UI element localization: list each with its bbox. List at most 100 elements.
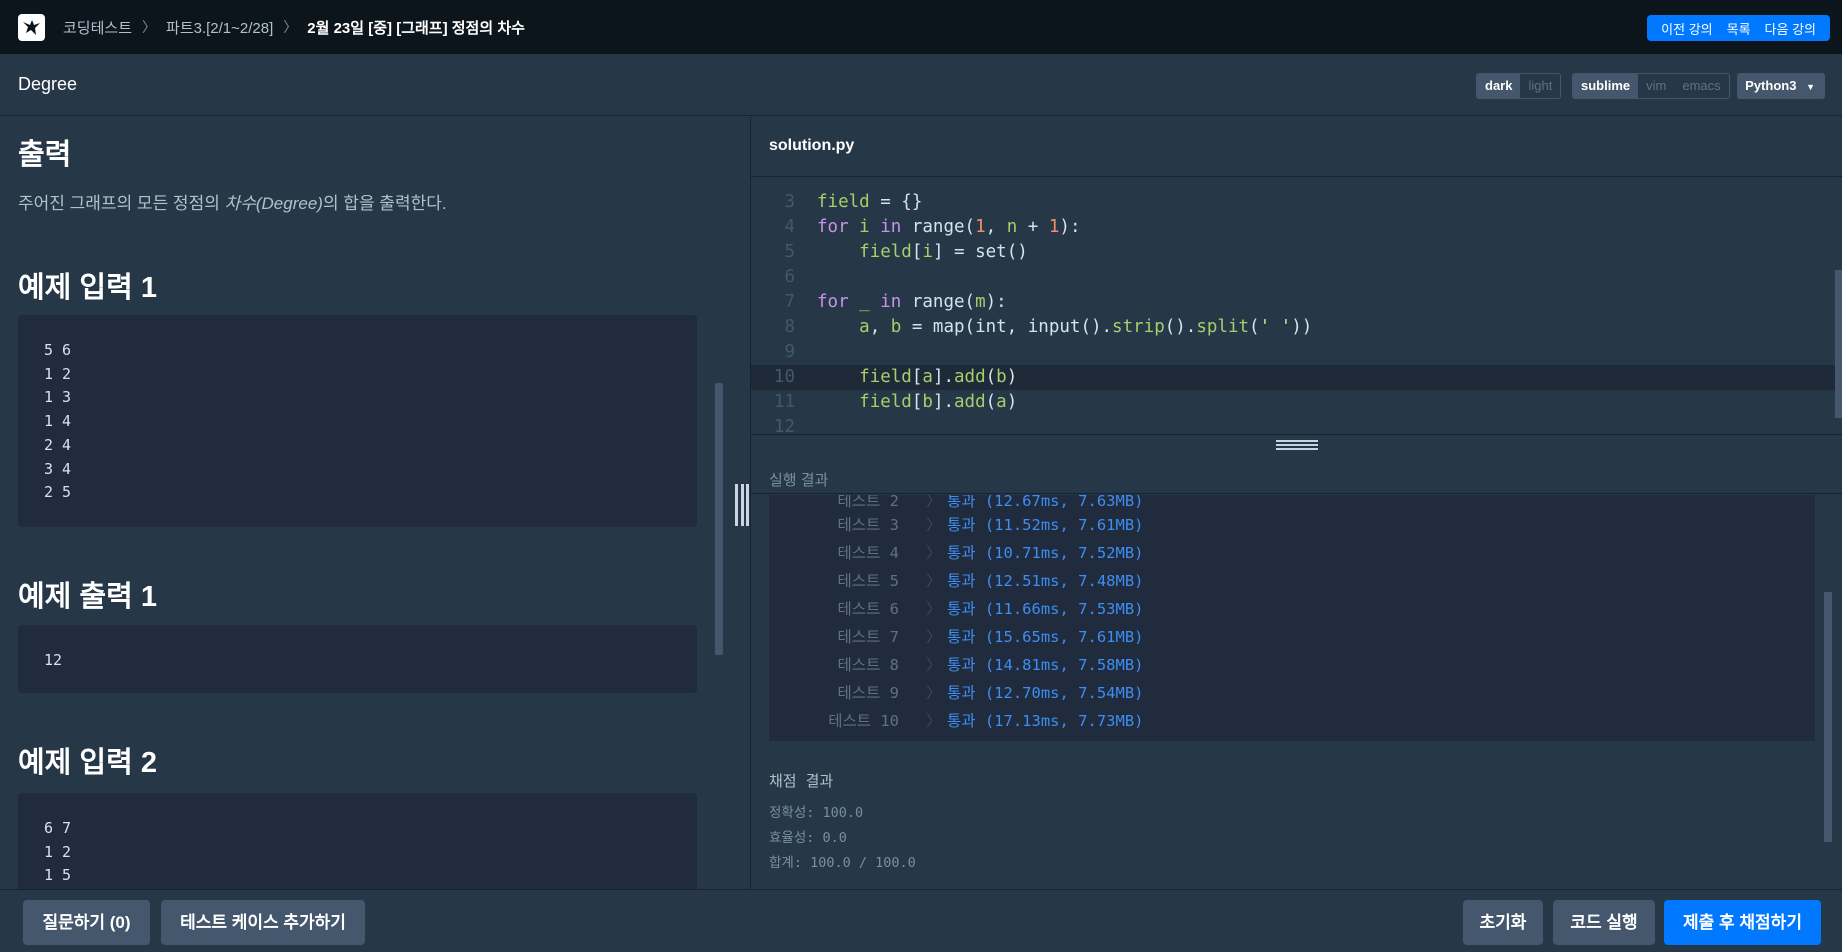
example-output-1-box: 12 (18, 625, 697, 693)
result-resize-handle[interactable] (1276, 440, 1318, 450)
language-value: Python3 (1745, 78, 1797, 93)
efficiency-score: 효율성: 0.0 (769, 830, 847, 846)
submit-button[interactable]: 제출 후 채점하기 (1664, 900, 1821, 945)
test-name: 테스트 6 (837, 600, 899, 618)
keymap-vim-option[interactable]: vim (1638, 74, 1674, 98)
chevron-right-icon: 〉 (926, 656, 942, 674)
code-line: 9 (751, 340, 1842, 365)
test-result-row: 테스트 8 〉 통과 (14.81ms, 7.58MB) (769, 653, 1815, 677)
test-result-row: 테스트 10 〉 통과 (17.13ms, 7.73MB) (769, 709, 1815, 733)
test-result-row: 테스트 3 〉 통과 (11.52ms, 7.61MB) (769, 513, 1815, 537)
code-text: for _ in range(m): (817, 292, 1007, 312)
code-line-active: 10 field[a].add(b) (751, 365, 1842, 390)
code-line: 5 field[i] = set() (751, 240, 1842, 265)
editor-panel: solution.py 3 field = {} 4 for i in range(… (750, 117, 1842, 889)
result-label: 실행 결과 (769, 472, 829, 489)
test-result: 통과 (15.65ms, 7.61MB) (947, 628, 1144, 646)
line-number: 12 (773, 417, 795, 433)
problem-description-panel[interactable]: 출력 주어진 그래프의 모든 정점의 차수(Degree)의 합을 출력한다. … (0, 117, 735, 889)
test-name: 테스트 5 (837, 572, 899, 590)
language-select[interactable]: Python3 ▼ (1737, 73, 1825, 99)
test-name: 테스트 7 (837, 628, 899, 646)
code-text: field[a].add(b) (859, 367, 1018, 387)
test-result: 통과 (11.52ms, 7.61MB) (947, 516, 1144, 534)
example-output-1-heading: 예제 출력 1 (18, 581, 157, 613)
breadcrumb: 코딩테스트 〉 파트3.[2/1~2/28] 〉 2월 23일 [중] [그래프… (63, 0, 525, 54)
test-result: 통과 (12.67ms, 7.63MB) (947, 495, 1144, 510)
ask-question-button[interactable]: 질문하기 (0) (23, 900, 150, 945)
total-score: 합계: 100.0 / 100.0 (769, 855, 916, 871)
lecture-navigation: 이전 강의 목록 다음 강의 (1647, 15, 1830, 41)
theme-light-option[interactable]: light (1520, 74, 1560, 98)
chevron-right-icon: 〉 (283, 19, 298, 35)
code-line: 12 (751, 415, 1842, 433)
output-desc-emphasis: 차수(Degree) (224, 194, 323, 213)
code-text: for i in range(1, n + 1): (817, 217, 1081, 237)
description-scrollbar[interactable] (715, 383, 723, 655)
code-line: 4 for i in range(1, n + 1): (751, 215, 1842, 240)
grading-title: 채점 결과 (769, 772, 834, 790)
lecture-list-button[interactable]: 목록 (1720, 19, 1758, 38)
theme-dark-option[interactable]: dark (1477, 74, 1521, 98)
code-line: 3 field = {} (751, 190, 1842, 215)
test-result-row: 테스트 9 〉 통과 (12.70ms, 7.54MB) (769, 681, 1815, 705)
code-editor[interactable]: 3 field = {} 4 for i in range(1, n + 1): 5… (751, 178, 1842, 433)
accuracy-score: 정확성: 100.0 (769, 805, 864, 821)
test-result-row: 테스트 2 〉 통과 (12.67ms, 7.63MB) (769, 495, 1815, 513)
file-name: solution.py (769, 137, 855, 154)
chevron-right-icon: 〉 (926, 600, 942, 618)
breadcrumb-item-part[interactable]: 파트3.[2/1~2/28] (166, 17, 273, 38)
chevron-right-icon: 〉 (926, 712, 942, 730)
example-input-1-heading: 예제 입력 1 (18, 272, 157, 304)
chevron-right-icon: 〉 (926, 495, 942, 510)
line-number: 8 (784, 317, 795, 337)
bottom-action-bar: 질문하기 (0) 테스트 케이스 추가하기 초기화 코드 실행 제출 후 채점하… (0, 889, 1842, 952)
keymap-toggle: sublime vim emacs (1572, 73, 1730, 99)
line-number: 6 (784, 267, 795, 287)
page-title: Degree (18, 74, 78, 94)
code-text: field[i] = set() (859, 242, 1028, 262)
code-line: 11 field[b].add(a) (751, 390, 1842, 415)
test-result: 통과 (10.71ms, 7.52MB) (947, 544, 1144, 562)
line-number: 4 (784, 217, 795, 237)
test-result: 통과 (14.81ms, 7.58MB) (947, 656, 1144, 674)
example-input-2-box: 6 7 1 2 1 5 (18, 793, 697, 889)
output-heading: 출력 (18, 139, 72, 171)
challenge-header: Degree dark light sublime vim emacs Pyth… (0, 54, 1842, 116)
prev-lecture-button[interactable]: 이전 강의 (1654, 19, 1719, 38)
code-text: a, b = map(int, input().strip().split(' … (859, 317, 1313, 337)
line-number: 10 (773, 367, 795, 387)
code-line: 7 for _ in range(m): (751, 290, 1842, 315)
add-testcase-button[interactable]: 테스트 케이스 추가하기 (161, 900, 365, 945)
keymap-emacs-option[interactable]: emacs (1674, 74, 1728, 98)
next-lecture-button[interactable]: 다음 강의 (1758, 19, 1823, 38)
run-code-button[interactable]: 코드 실행 (1553, 900, 1655, 945)
test-name: 테스트 8 (837, 656, 899, 674)
example-input-1-box: 5 6 1 2 1 3 1 4 2 4 3 4 2 5 (18, 315, 697, 527)
reset-button[interactable]: 초기화 (1463, 900, 1543, 945)
test-name: 테스트 2 (837, 495, 899, 510)
code-text: field[b].add(a) (859, 392, 1018, 412)
breadcrumb-item-course[interactable]: 코딩테스트 (63, 17, 132, 38)
test-result-row: 테스트 6 〉 통과 (11.66ms, 7.53MB) (769, 597, 1815, 621)
editor-scrollbar[interactable] (1835, 270, 1842, 418)
programmers-logo-icon[interactable] (18, 14, 45, 41)
code-text: field = {} (817, 192, 923, 212)
theme-toggle: dark light (1476, 73, 1562, 99)
test-name: 테스트 10 (828, 712, 899, 730)
test-result: 통과 (12.70ms, 7.54MB) (947, 684, 1144, 702)
test-result-row: 테스트 4 〉 통과 (10.71ms, 7.52MB) (769, 541, 1815, 565)
result-header: 실행 결과 (751, 434, 1842, 494)
test-result: 통과 (17.13ms, 7.73MB) (947, 712, 1144, 730)
code-line: 8 a, b = map(int, input().strip().split(… (751, 315, 1842, 340)
line-number: 7 (784, 292, 795, 312)
result-list[interactable]: 테스트 2 〉 통과 (12.67ms, 7.63MB) 테스트 3 〉 통과 (11.… (769, 495, 1815, 741)
result-scrollbar[interactable] (1824, 592, 1832, 842)
panel-resize-handle[interactable] (735, 484, 749, 526)
test-name: 테스트 4 (837, 544, 899, 562)
chevron-right-icon: 〉 (142, 19, 157, 35)
line-number: 11 (773, 392, 795, 412)
output-desc-text-end: 의 합을 출력한다. (322, 194, 447, 213)
keymap-sublime-option[interactable]: sublime (1573, 74, 1639, 98)
output-description: 주어진 그래프의 모든 정점의 차수(Degree)의 합을 출력한다. (18, 189, 447, 214)
